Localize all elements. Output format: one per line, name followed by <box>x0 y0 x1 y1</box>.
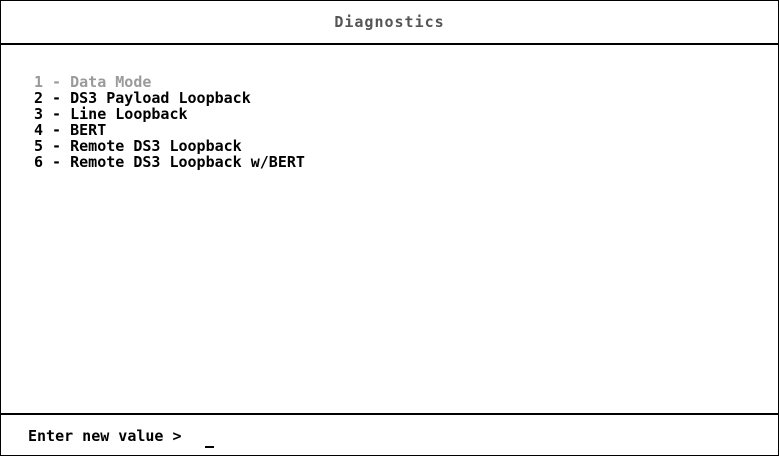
menu-item-separator: - <box>43 73 71 91</box>
menu-item-label: Data Mode <box>70 73 152 91</box>
value-input[interactable] <box>189 427 220 445</box>
prompt-label: Enter new value > <box>28 427 182 445</box>
menu-item-line-loopback[interactable]: 3 - Line Loopback <box>34 106 305 122</box>
menu-item-data-mode[interactable]: 1 - Data Mode <box>34 74 305 90</box>
menu-item-label: Line Loopback <box>70 105 188 123</box>
menu-item-bert[interactable]: 4 - BERT <box>34 122 305 138</box>
menu-item-label: DS3 Payload Loopback <box>70 89 251 107</box>
terminal-screen: Diagnostics 1 - Data Mode 2 - DS3 Payloa… <box>0 0 779 456</box>
menu-item-key: 5 <box>34 137 44 155</box>
text-cursor <box>205 446 214 448</box>
menu-item-key: 6 <box>34 153 44 171</box>
menu-item-key: 2 <box>34 89 44 107</box>
menu-item-remote-ds3-loopback[interactable]: 5 - Remote DS3 Loopback <box>34 138 305 154</box>
menu-item-key: 4 <box>34 121 44 139</box>
menu-item-remote-ds3-loopback-bert[interactable]: 6 - Remote DS3 Loopback w/BERT <box>34 154 305 170</box>
title-bar: Diagnostics <box>1 1 778 45</box>
menu-item-label: BERT <box>70 121 107 139</box>
diagnostics-menu: 1 - Data Mode 2 - DS3 Payload Loopback 3… <box>34 74 305 170</box>
menu-item-label: Remote DS3 Loopback w/BERT <box>70 153 305 171</box>
menu-item-separator: - <box>43 121 71 139</box>
menu-item-label: Remote DS3 Loopback <box>70 137 242 155</box>
menu-item-ds3-payload-loopback[interactable]: 2 - DS3 Payload Loopback <box>34 90 305 106</box>
menu-item-separator: - <box>43 105 71 123</box>
page-title: Diagnostics <box>334 13 445 31</box>
menu-item-separator: - <box>43 153 71 171</box>
menu-item-separator: - <box>43 137 71 155</box>
menu-item-key: 1 <box>34 73 44 91</box>
menu-item-separator: - <box>43 89 71 107</box>
menu-item-key: 3 <box>34 105 44 123</box>
prompt-bar: Enter new value > <box>1 413 778 457</box>
